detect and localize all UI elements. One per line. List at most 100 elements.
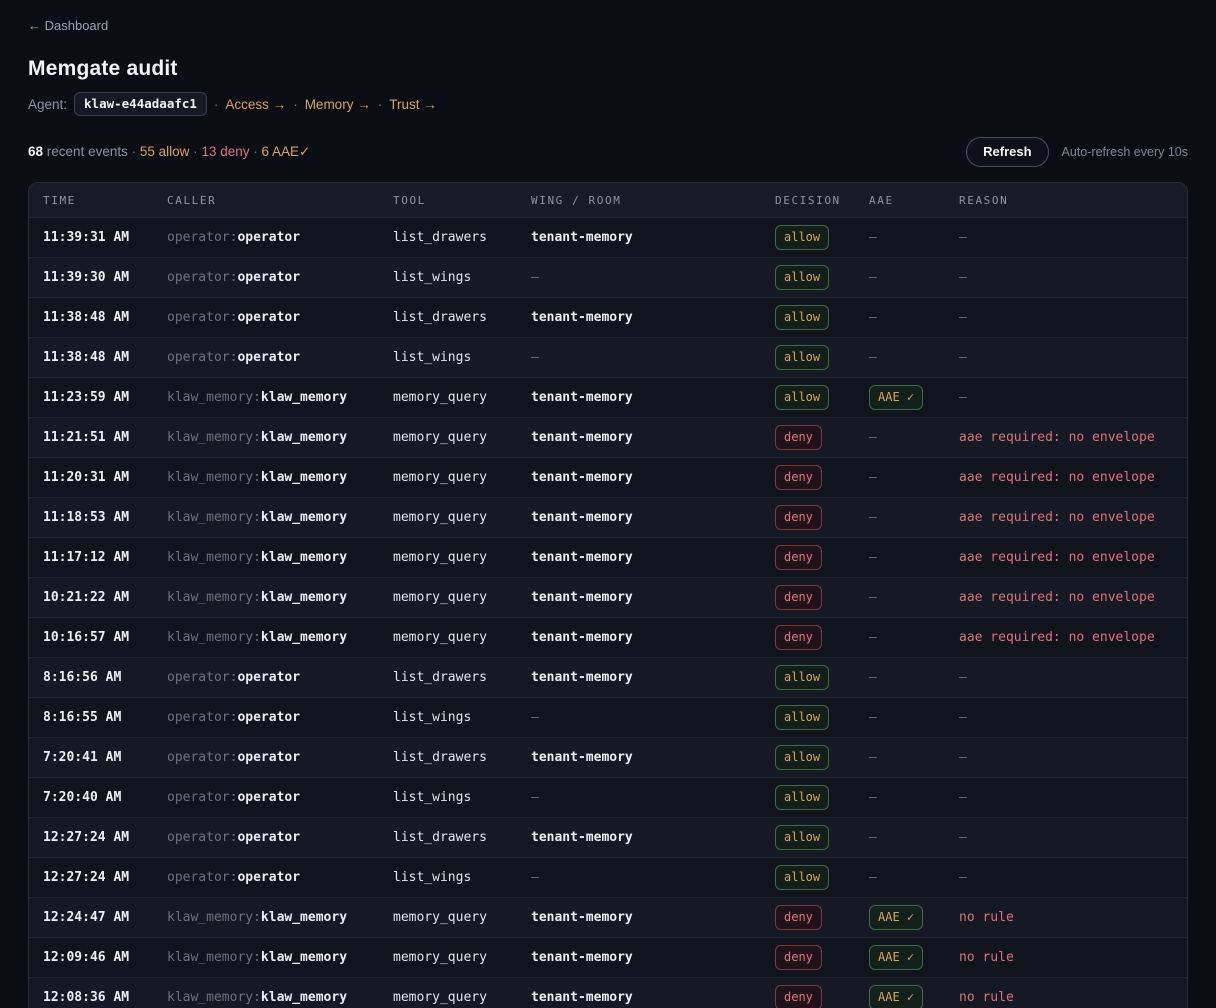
caller-namespace: operator:	[167, 230, 237, 245]
table-row: 8:16:56 AM operator:operator list_drawer…	[29, 657, 1187, 697]
cell-wing-room: tenant-memory	[517, 230, 761, 245]
cell-decision: allow	[761, 785, 855, 810]
cell-reason: –	[945, 870, 1187, 885]
cell-time: 8:16:55 AM	[29, 710, 153, 725]
cell-aae: –	[855, 550, 945, 565]
cell-aae: –	[855, 710, 945, 725]
table-row: 8:16:55 AM operator:operator list_wings …	[29, 697, 1187, 737]
cell-reason: aae required: no envelope	[945, 430, 1187, 445]
cell-tool: list_drawers	[379, 670, 517, 685]
cell-reason: aae required: no envelope	[945, 470, 1187, 485]
cell-wing-room: tenant-memory	[517, 830, 761, 845]
cell-tool: list_wings	[379, 350, 517, 365]
cell-decision: deny	[761, 625, 855, 650]
access-link[interactable]: Access →	[225, 97, 286, 112]
cell-aae: –	[855, 670, 945, 685]
table-body: 11:39:31 AM operator:operator list_drawe…	[29, 217, 1187, 1008]
cell-decision: allow	[761, 385, 855, 410]
cell-wing-room: tenant-memory	[517, 470, 761, 485]
caller-name: klaw_memory	[261, 990, 347, 1005]
allow-badge: allow	[775, 785, 829, 810]
cell-caller: operator:operator	[153, 710, 379, 725]
caller-namespace: operator:	[167, 310, 237, 325]
cell-reason: no rule	[945, 910, 1187, 925]
caller-name: klaw_memory	[261, 390, 347, 405]
cell-reason: –	[945, 710, 1187, 725]
agent-label: Agent:	[28, 97, 67, 112]
cell-aae: –	[855, 790, 945, 805]
trust-link[interactable]: Trust →	[389, 97, 437, 112]
cell-wing-room: –	[517, 710, 761, 725]
cell-tool: list_drawers	[379, 230, 517, 245]
caller-namespace: klaw_memory:	[167, 430, 261, 445]
table-row: 11:23:59 AM klaw_memory:klaw_memory memo…	[29, 377, 1187, 417]
allow-badge: allow	[775, 305, 829, 330]
back-to-dashboard-link[interactable]: ← Dashboard	[28, 18, 108, 33]
cell-tool: memory_query	[379, 590, 517, 605]
cell-decision: deny	[761, 985, 855, 1008]
deny-badge: deny	[775, 425, 822, 450]
table-row: 11:20:31 AM klaw_memory:klaw_memory memo…	[29, 457, 1187, 497]
allow-badge: allow	[775, 345, 829, 370]
agent-line: Agent: klaw-e44adaafc1 · Access → · Memo…	[28, 92, 1188, 116]
column-header-caller: CALLER	[153, 194, 379, 207]
cell-aae: –	[855, 870, 945, 885]
caller-name: klaw_memory	[261, 910, 347, 925]
caller-name: operator	[237, 310, 300, 325]
stats-summary: 68 recent events · 55 allow · 13 deny · …	[28, 144, 310, 160]
allow-badge: allow	[775, 665, 829, 690]
caller-namespace: klaw_memory:	[167, 950, 261, 965]
deny-badge: deny	[775, 585, 822, 610]
cell-tool: list_drawers	[379, 830, 517, 845]
deny-count: 13 deny	[201, 144, 249, 159]
cell-caller: operator:operator	[153, 830, 379, 845]
cell-aae: –	[855, 510, 945, 525]
stats-row: 68 recent events · 55 allow · 13 deny · …	[28, 137, 1188, 167]
memory-link[interactable]: Memory →	[305, 97, 371, 112]
cell-reason: –	[945, 270, 1187, 285]
refresh-button[interactable]: Refresh	[966, 137, 1048, 167]
allow-badge: allow	[775, 825, 829, 850]
dot-separator: ·	[253, 144, 258, 159]
cell-caller: klaw_memory:klaw_memory	[153, 470, 379, 485]
cell-time: 11:39:30 AM	[29, 270, 153, 285]
cell-decision: deny	[761, 545, 855, 570]
cell-caller: klaw_memory:klaw_memory	[153, 950, 379, 965]
table-row: 7:20:41 AM operator:operator list_drawer…	[29, 737, 1187, 777]
cell-decision: deny	[761, 425, 855, 450]
cell-caller: klaw_memory:klaw_memory	[153, 990, 379, 1005]
cell-time: 12:27:24 AM	[29, 830, 153, 845]
cell-tool: memory_query	[379, 630, 517, 645]
cell-time: 12:24:47 AM	[29, 910, 153, 925]
cell-wing-room: tenant-memory	[517, 950, 761, 965]
caller-namespace: klaw_memory:	[167, 510, 261, 525]
cell-reason: –	[945, 670, 1187, 685]
cell-aae: –	[855, 310, 945, 325]
aae-badge: AAE ✓	[869, 945, 923, 970]
aae-badge: AAE ✓	[869, 985, 923, 1008]
caller-namespace: operator:	[167, 790, 237, 805]
cell-wing-room: –	[517, 870, 761, 885]
page-title: Memgate audit	[28, 57, 1188, 81]
caller-namespace: klaw_memory:	[167, 630, 261, 645]
cell-caller: operator:operator	[153, 670, 379, 685]
table-row: 11:38:48 AM operator:operator list_wings…	[29, 337, 1187, 377]
table-row: 11:17:12 AM klaw_memory:klaw_memory memo…	[29, 537, 1187, 577]
cell-caller: klaw_memory:klaw_memory	[153, 550, 379, 565]
cell-time: 10:21:22 AM	[29, 590, 153, 605]
cell-reason: no rule	[945, 990, 1187, 1005]
caller-name: klaw_memory	[261, 470, 347, 485]
column-header-time: TIME	[29, 194, 153, 207]
cell-aae: AAE ✓	[855, 905, 945, 930]
cell-tool: memory_query	[379, 470, 517, 485]
cell-time: 7:20:41 AM	[29, 750, 153, 765]
cell-reason: aae required: no envelope	[945, 550, 1187, 565]
caller-name: operator	[237, 230, 300, 245]
cell-decision: deny	[761, 465, 855, 490]
caller-name: klaw_memory	[261, 550, 347, 565]
caller-namespace: klaw_memory:	[167, 550, 261, 565]
cell-time: 11:39:31 AM	[29, 230, 153, 245]
cell-decision: allow	[761, 705, 855, 730]
cell-aae: –	[855, 350, 945, 365]
column-header-wing-room: WING / ROOM	[517, 194, 761, 207]
